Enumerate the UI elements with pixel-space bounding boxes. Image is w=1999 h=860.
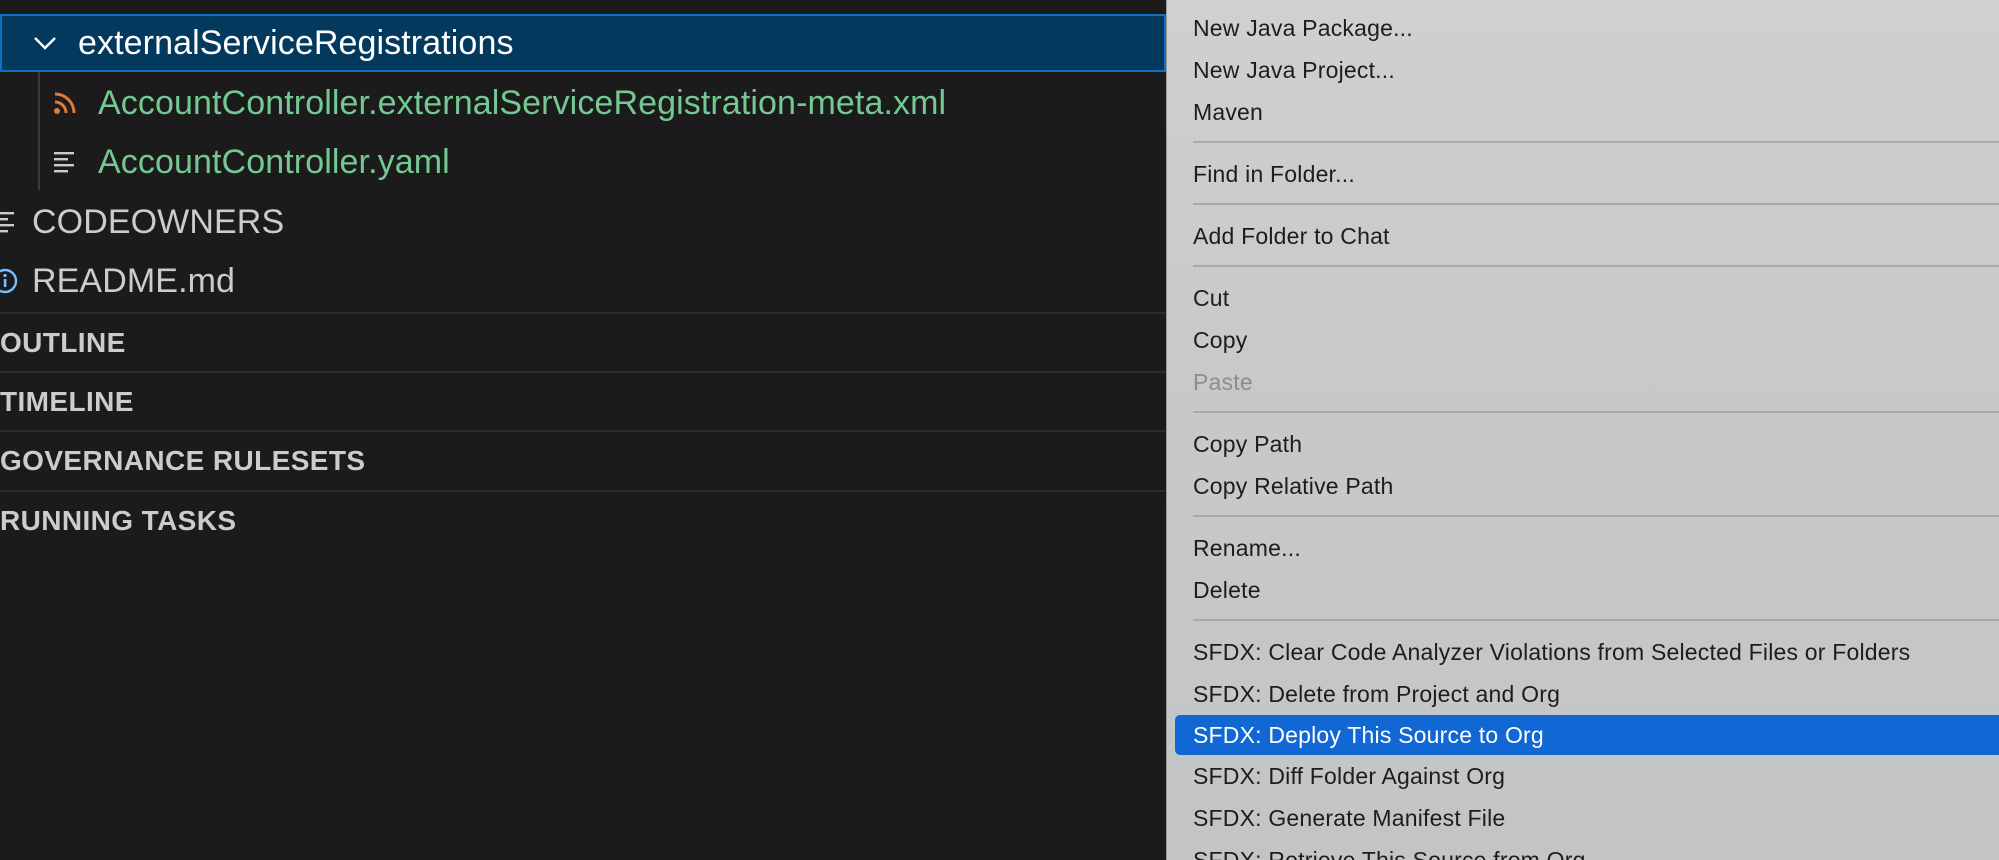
file-item-readme[interactable]: README.md bbox=[0, 252, 1166, 310]
menu-item-copy[interactable]: Copy bbox=[1193, 320, 1248, 360]
folder-label: externalServiceRegistrations bbox=[78, 23, 514, 62]
menu-item-cut[interactable]: Cut bbox=[1193, 278, 1229, 318]
chevron-down-icon[interactable] bbox=[30, 28, 60, 58]
context-menu: New Java Package... New Java Project... … bbox=[1166, 0, 1999, 860]
section-running-tasks[interactable]: RUNNING TASKS bbox=[0, 490, 1166, 549]
file-item-codeowners[interactable]: CODEOWNERS bbox=[0, 193, 1166, 251]
menu-item-rename[interactable]: Rename... bbox=[1193, 528, 1301, 568]
section-label: OUTLINE bbox=[0, 326, 126, 358]
file-label: README.md bbox=[32, 261, 236, 300]
menu-item-find-in-folder[interactable]: Find in Folder... bbox=[1193, 154, 1355, 194]
lines-icon bbox=[54, 152, 74, 173]
menu-item-sfdx-deploy[interactable]: SFDX: Deploy This Source to Org bbox=[1175, 715, 1999, 755]
menu-item-copy-path[interactable]: Copy Path bbox=[1193, 424, 1302, 464]
menu-separator bbox=[1193, 515, 1999, 517]
menu-item-copy-relative-path[interactable]: Copy Relative Path bbox=[1193, 466, 1393, 506]
section-label: RUNNING TASKS bbox=[0, 504, 237, 536]
explorer-panel: externalServiceRegistrations AccountCont… bbox=[0, 0, 1166, 860]
file-label: CODEOWNERS bbox=[32, 202, 285, 241]
section-outline[interactable]: OUTLINE bbox=[0, 312, 1166, 371]
menu-separator bbox=[1193, 619, 1999, 621]
lines-icon bbox=[0, 212, 14, 233]
menu-item-sfdx-retrieve[interactable]: SFDX: Retrieve This Source from Org bbox=[1193, 840, 1586, 860]
menu-item-new-java-project[interactable]: New Java Project... bbox=[1193, 50, 1395, 90]
file-label: AccountController.externalServiceRegistr… bbox=[98, 83, 947, 122]
menu-item-maven[interactable]: Maven bbox=[1193, 92, 1263, 132]
menu-item-new-java-package[interactable]: New Java Package... bbox=[1193, 8, 1413, 48]
menu-item-sfdx-diff-folder[interactable]: SFDX: Diff Folder Against Org bbox=[1193, 756, 1505, 796]
menu-item-sfdx-clear-violations[interactable]: SFDX: Clear Code Analyzer Violations fro… bbox=[1193, 632, 1910, 672]
explorer-top-strip bbox=[0, 0, 1166, 14]
rss-icon bbox=[54, 92, 76, 114]
file-item-meta-xml[interactable]: AccountController.externalServiceRegistr… bbox=[0, 74, 1166, 132]
menu-item-add-folder-to-chat[interactable]: Add Folder to Chat bbox=[1193, 216, 1390, 256]
file-label: AccountController.yaml bbox=[98, 142, 450, 181]
menu-item-delete[interactable]: Delete bbox=[1193, 570, 1261, 610]
section-label: TIMELINE bbox=[0, 385, 134, 417]
menu-separator bbox=[1193, 141, 1999, 143]
folder-external-service-registrations[interactable]: externalServiceRegistrations bbox=[0, 14, 1166, 72]
file-item-yaml[interactable]: AccountController.yaml bbox=[0, 133, 1166, 191]
menu-separator bbox=[1193, 203, 1999, 205]
info-icon bbox=[0, 268, 18, 294]
menu-separator bbox=[1193, 265, 1999, 267]
menu-item-sfdx-generate-manifest[interactable]: SFDX: Generate Manifest File bbox=[1193, 798, 1505, 838]
menu-item-paste: Paste bbox=[1193, 368, 1253, 395]
menu-item-sfdx-delete[interactable]: SFDX: Delete from Project and Org bbox=[1193, 674, 1560, 714]
section-timeline[interactable]: TIMELINE bbox=[0, 371, 1166, 430]
section-label: GOVERNANCE RULESETS bbox=[0, 444, 366, 476]
menu-separator bbox=[1193, 411, 1999, 413]
section-governance-rulesets[interactable]: GOVERNANCE RULESETS bbox=[0, 430, 1166, 489]
